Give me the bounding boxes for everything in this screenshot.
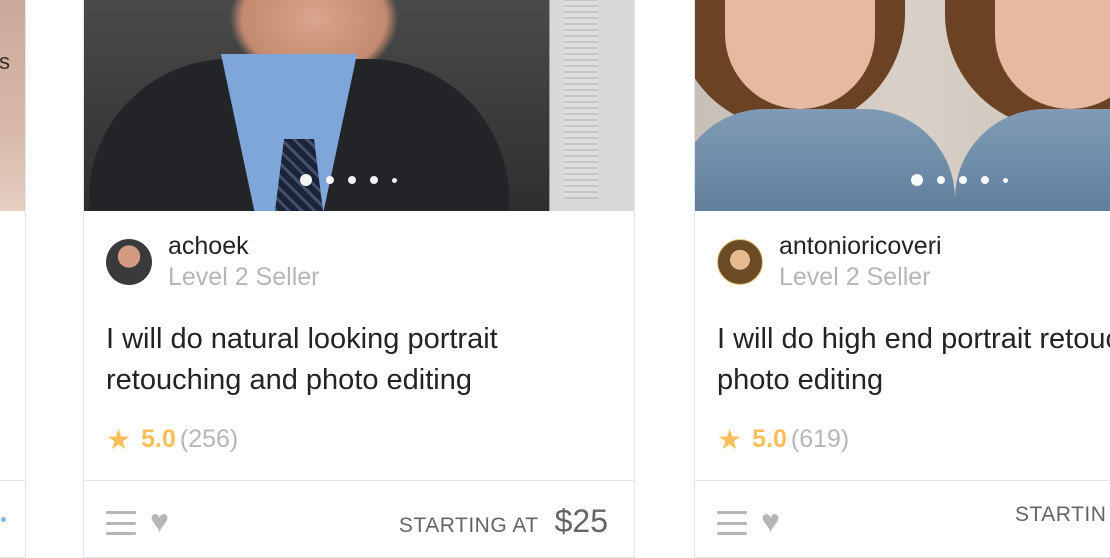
price-amount: $25 bbox=[554, 503, 608, 539]
seller-info: antonioricoveri Level 2 Seller bbox=[717, 231, 942, 293]
portrait-denim bbox=[955, 109, 1110, 211]
carousel-dot[interactable] bbox=[370, 176, 378, 184]
menu-icon[interactable] bbox=[717, 511, 747, 535]
starting-at-label: STARTIN bbox=[1015, 503, 1107, 526]
portrait-denim bbox=[695, 109, 955, 211]
gig-thumbnail[interactable]: s bbox=[0, 0, 25, 211]
rating-value: 5.0 bbox=[141, 425, 176, 453]
card-footer: ♥ STARTING AT $25 bbox=[84, 480, 634, 557]
carousel-dot[interactable] bbox=[392, 177, 397, 183]
card-footer: ♥ STARTIN bbox=[695, 480, 1110, 557]
card-accent-dot bbox=[1, 517, 6, 522]
rating-count: (619) bbox=[790, 425, 850, 453]
star-icon: ★ bbox=[106, 423, 132, 455]
carousel-dots[interactable] bbox=[911, 174, 1008, 186]
gig-title[interactable]: I will do high end portrait retouching, … bbox=[717, 319, 1110, 401]
carousel-dots[interactable] bbox=[300, 174, 397, 186]
gig-rating: ★ 5.0 (619) bbox=[717, 425, 849, 454]
gig-card[interactable]: antonioricoveri Level 2 Seller I will do… bbox=[694, 0, 1110, 558]
price-label[interactable]: STARTIN bbox=[1015, 503, 1110, 527]
avatar[interactable] bbox=[106, 239, 152, 285]
rating-value: 5.0 bbox=[752, 425, 787, 453]
carousel-dot[interactable] bbox=[937, 176, 945, 184]
gig-rating: ★ 5.0 (256) bbox=[106, 425, 238, 454]
carousel-dot[interactable] bbox=[959, 176, 967, 184]
gig-thumbnail[interactable] bbox=[84, 0, 634, 211]
gig-thumbnail[interactable] bbox=[695, 0, 1110, 211]
rating-count: (256) bbox=[179, 425, 239, 453]
gig-title[interactable]: I will do natural looking portrait retou… bbox=[106, 319, 626, 401]
heart-icon[interactable]: ♥ bbox=[761, 505, 780, 537]
editor-panel-image bbox=[549, 0, 634, 211]
starting-at-label: STARTING AT bbox=[398, 514, 539, 537]
carousel-dot-active[interactable] bbox=[300, 174, 312, 186]
seller-name[interactable]: achoek bbox=[168, 231, 319, 261]
heart-icon[interactable]: ♥ bbox=[150, 505, 169, 537]
thumbnail-text: s bbox=[0, 49, 10, 74]
price-label[interactable]: STARTING AT $25 bbox=[399, 503, 608, 540]
card-divider bbox=[0, 480, 25, 481]
seller-level: Level 2 Seller bbox=[168, 263, 320, 291]
avatar[interactable] bbox=[717, 239, 763, 285]
carousel-dot[interactable] bbox=[1003, 177, 1008, 183]
carousel-dot-active[interactable] bbox=[911, 174, 923, 186]
menu-icon[interactable] bbox=[106, 511, 136, 535]
seller-info: achoek Level 2 Seller bbox=[106, 231, 319, 293]
seller-name[interactable]: antonioricoveri bbox=[779, 231, 942, 261]
star-icon: ★ bbox=[717, 423, 743, 455]
carousel-dot[interactable] bbox=[348, 176, 356, 184]
carousel-dot[interactable] bbox=[326, 176, 334, 184]
carousel-dot[interactable] bbox=[981, 176, 989, 184]
seller-level: Level 2 Seller bbox=[779, 263, 931, 291]
gig-card-partial[interactable]: s bbox=[0, 0, 26, 558]
gig-card[interactable]: achoek Level 2 Seller I will do natural … bbox=[83, 0, 635, 558]
